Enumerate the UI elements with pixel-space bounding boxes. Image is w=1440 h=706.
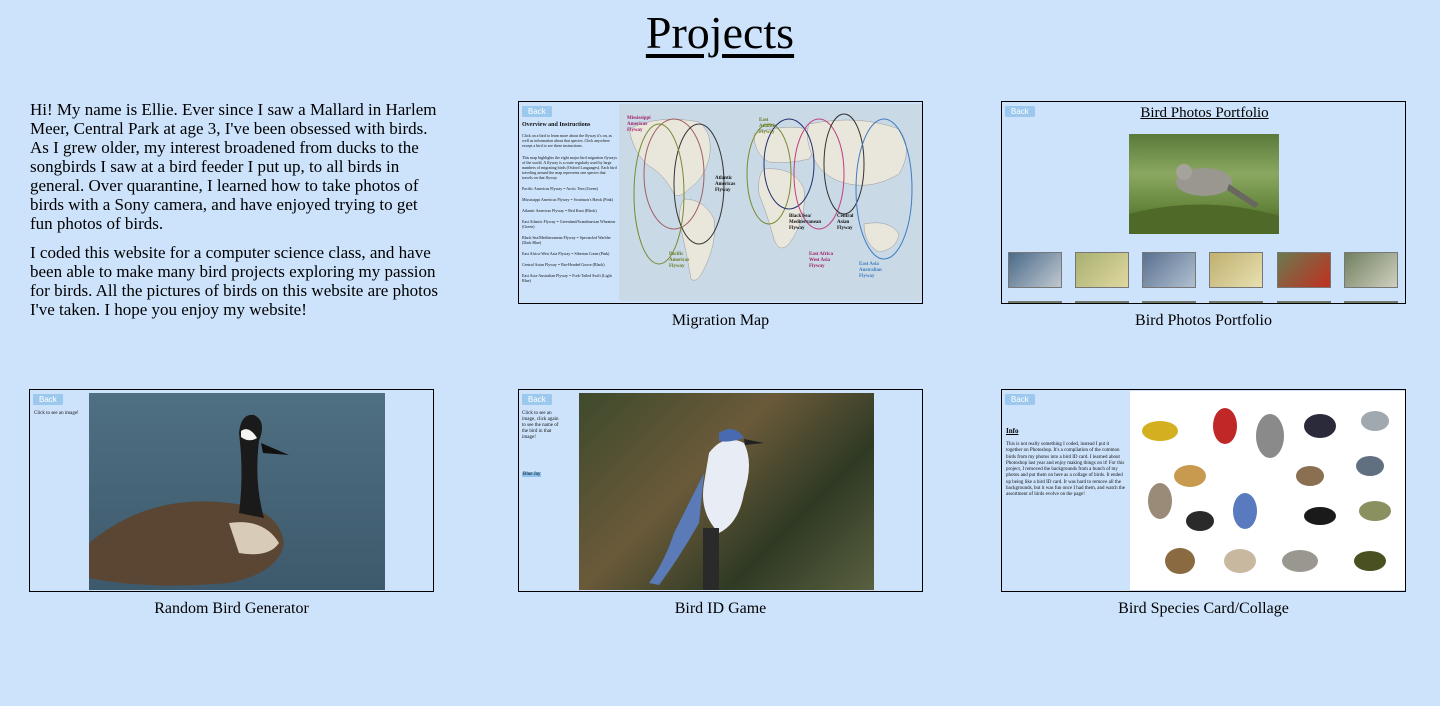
thumbnail[interactable] — [1008, 301, 1062, 303]
panel-text: Click to see an image! — [34, 411, 79, 416]
thumbnail[interactable] — [1142, 301, 1196, 303]
page-title: Projects — [645, 7, 795, 58]
back-button[interactable]: Back — [522, 106, 552, 117]
collage-graphic — [1142, 408, 1391, 574]
project-preview[interactable]: Back Overview and Instructions Click on … — [518, 101, 923, 304]
project-caption[interactable]: Random Bird Generator — [29, 600, 434, 618]
project-card-bird-id-game[interactable]: Back Click to see an image, click again … — [518, 389, 923, 618]
map-label: Pacific Americas Flyway — [669, 252, 690, 269]
map-label: East Atlantic Flyway — [759, 118, 777, 135]
thumbnail[interactable] — [1209, 301, 1263, 303]
map-label: Mississippi Americas Flyway — [627, 116, 651, 133]
thumbnail[interactable] — [1075, 252, 1129, 288]
info-title: Info — [1006, 427, 1019, 435]
flyway-item: Central Asian Flyway = Bar-Headed Goose … — [522, 262, 605, 267]
flyway-list: Pacific Americas Flyway = Arctic Tern (G… — [522, 186, 617, 289]
thumbnail[interactable] — [1344, 252, 1398, 288]
back-button[interactable]: Back — [1005, 394, 1035, 405]
thumbnail[interactable] — [1008, 252, 1062, 288]
project-preview[interactable]: Back Click to see an image, click again … — [518, 389, 923, 592]
panel-text-2: This map highlights the eight major bird… — [522, 155, 617, 180]
featured-bird-photo[interactable] — [1129, 134, 1279, 234]
thumbnail[interactable] — [1209, 252, 1263, 288]
flyway-item: East Atlantic Flyway = Greenland/Scandin… — [522, 219, 616, 229]
project-caption[interactable]: Bird ID Game — [518, 600, 923, 618]
intro-paragraph-1: Hi! My name is Ellie. Ever since I saw a… — [30, 100, 437, 233]
flyway-item: Pacific Americas Flyway = Arctic Tern (G… — [522, 186, 598, 191]
project-caption[interactable]: Migration Map — [518, 312, 923, 330]
mockingbird-image — [1129, 164, 1279, 234]
flyway-item: Atlantic Americas Flyway = Red Knot (Bla… — [522, 208, 597, 213]
project-preview[interactable]: Back Click to see an image! — [29, 389, 434, 592]
project-preview[interactable]: Back Bird Photos Portfolio — [1001, 101, 1406, 304]
panel-text: Click to see an image, click again to se… — [522, 411, 559, 440]
map-label: Central Asian Flyway — [837, 214, 854, 231]
world-map[interactable]: Mississippi Americas Flyway East Atlanti… — [619, 104, 922, 301]
thumbnail[interactable] — [1075, 301, 1129, 303]
back-button[interactable]: Back — [522, 394, 552, 405]
back-button[interactable]: Back — [33, 394, 63, 405]
page: Projects Hi! My name is Ellie. Ever sinc… — [0, 0, 1440, 706]
info-text: This is not really something I coded, in… — [1006, 442, 1125, 498]
project-card-migration-map[interactable]: Back Overview and Instructions Click on … — [518, 101, 923, 330]
bird-collage-image[interactable] — [1130, 391, 1405, 590]
project-caption[interactable]: Bird Species Card/Collage — [1001, 600, 1406, 618]
answer-label: Blue Jay — [522, 472, 542, 477]
project-preview[interactable]: Back Info This is not really something I… — [1001, 389, 1406, 592]
blue-jay-photo[interactable] — [579, 393, 874, 590]
thumbnail[interactable] — [1277, 301, 1331, 303]
flyway-item: Black Sea/Mediterranean Flyway = Spectac… — [522, 235, 611, 245]
map-label: East Asia Australian Flyway — [859, 262, 882, 279]
portfolio-title: Bird Photos Portfolio — [1140, 105, 1269, 121]
map-label: East Africa West Asia Flyway — [809, 252, 834, 269]
flyway-item: East Africa-West Asia Flyway = Siberian … — [522, 251, 610, 256]
project-card-photo-portfolio[interactable]: Back Bird Photos Portfolio Bird Photos P… — [1001, 101, 1406, 330]
map-label: Black Sea/ Mediterranean Flyway — [789, 214, 822, 231]
thumbnail[interactable] — [1344, 301, 1398, 303]
intro-paragraph-2: I coded this website for a computer scie… — [30, 243, 438, 319]
project-card-species-collage[interactable]: Back Info This is not really something I… — [1001, 389, 1406, 618]
goose-image — [89, 414, 289, 586]
project-caption[interactable]: Bird Photos Portfolio — [1001, 312, 1406, 330]
flyway-item: Mississippi Americas Flyway = Swainson's… — [522, 197, 613, 202]
canada-goose-photo[interactable] — [89, 393, 385, 590]
project-card-random-bird[interactable]: Back Click to see an image! Random Bird … — [29, 389, 434, 618]
panel-title: Overview and Instructions — [522, 122, 591, 128]
flyway-item: East Asia-Australian Flyway = Fork-Taile… — [522, 273, 612, 283]
panel-text: Click on a bird to learn more about the … — [522, 133, 612, 148]
thumbnail[interactable] — [1142, 252, 1196, 288]
thumbnail[interactable] — [1277, 252, 1331, 288]
blue-jay-image — [649, 429, 764, 590]
map-label: Atlantic Americas Flyway — [715, 176, 736, 193]
intro-text: Hi! My name is Ellie. Ever since I saw a… — [30, 100, 440, 329]
